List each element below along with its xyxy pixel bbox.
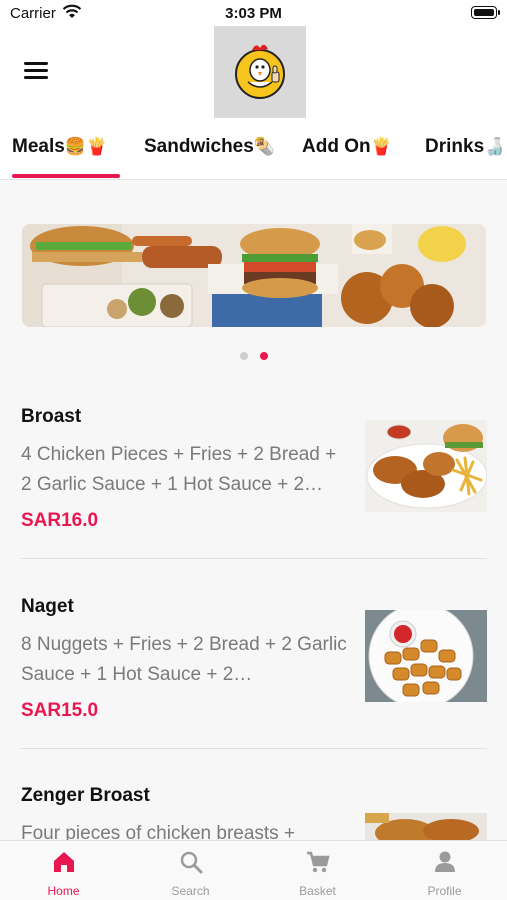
item-title: Zenger Broast (21, 785, 150, 806)
logo-container (214, 26, 306, 118)
item-title: Broast (21, 406, 82, 427)
broast-image (365, 420, 487, 512)
tab-label: Sandwiches (144, 136, 254, 157)
item-description: Four pieces of chicken breasts + (21, 823, 296, 840)
item-description: 4 Chicken Pieces + Fries + 2 Bread + 2 G… (21, 444, 337, 495)
food-spread-image (22, 224, 486, 327)
tab-drinks[interactable]: Drinks🍶 (425, 136, 505, 158)
tab-search-label: Search (171, 884, 210, 898)
clock: 3:03 PM (225, 5, 282, 22)
battery-icon (471, 6, 500, 19)
zenger-image (365, 813, 487, 840)
tab-basket-label: Basket (299, 884, 336, 898)
menu-item[interactable]: Broast 4 Chicken Pieces + Fries + 2 Brea… (0, 406, 507, 531)
tab-search[interactable]: Search (127, 841, 254, 900)
cart-icon (307, 851, 330, 873)
carousel-indicator (0, 352, 507, 360)
status-bar: Carrier 3:03 PM (0, 0, 507, 26)
tab-add-on[interactable]: Add On🍟 (302, 136, 392, 158)
tab-home-label: Home (47, 884, 80, 898)
tab-emoji: 🍟 (370, 137, 392, 157)
item-image (365, 610, 487, 702)
tab-sandwiches[interactable]: Sandwiches🌯 (144, 136, 275, 158)
home-icon (54, 852, 74, 872)
profile-icon (435, 851, 455, 872)
app-header (0, 26, 507, 118)
divider (21, 748, 487, 749)
item-price: SAR15.0 (21, 700, 99, 721)
divider (21, 558, 487, 559)
tab-emoji: 🍶 (484, 137, 506, 157)
tab-label: Meals (12, 136, 65, 157)
tab-basket[interactable]: Basket (254, 841, 381, 900)
carousel-dot-active[interactable] (260, 352, 268, 360)
active-tab-indicator (12, 174, 120, 178)
promo-banner[interactable] (22, 224, 486, 327)
search-icon (180, 851, 203, 874)
item-price: SAR16.0 (21, 510, 99, 531)
item-image (365, 813, 487, 840)
item-image (365, 420, 487, 512)
tab-label: Add On (302, 136, 371, 157)
tab-meals[interactable]: Meals🍔🍟 (12, 136, 107, 158)
nuggets-image (365, 610, 487, 702)
menu-item[interactable]: Zenger Broast Four pieces of chicken bre… (0, 785, 507, 840)
tab-emoji: 🌯 (253, 137, 275, 157)
tab-profile[interactable]: Profile (381, 841, 507, 900)
item-description: 8 Nuggets + Fries + 2 Bread + 2 Garlic S… (21, 634, 347, 685)
tab-label: Drinks (425, 136, 485, 157)
tab-profile-label: Profile (427, 884, 462, 898)
tab-home[interactable]: Home (0, 841, 127, 900)
bottom-tab-bar: Home Search Basket Profile (0, 840, 507, 900)
chicken-thumbs-up-logo (235, 44, 285, 99)
tab-emoji: 🍔🍟 (64, 137, 108, 157)
item-title: Naget (21, 596, 74, 617)
category-tabs: Meals🍔🍟 Sandwiches🌯 Add On🍟 Drinks🍶 (0, 118, 507, 180)
carousel-dot[interactable] (240, 352, 248, 360)
hamburger-menu-icon[interactable] (24, 62, 48, 80)
menu-item[interactable]: Naget 8 Nuggets + Fries + 2 Bread + 2 Ga… (0, 596, 507, 721)
